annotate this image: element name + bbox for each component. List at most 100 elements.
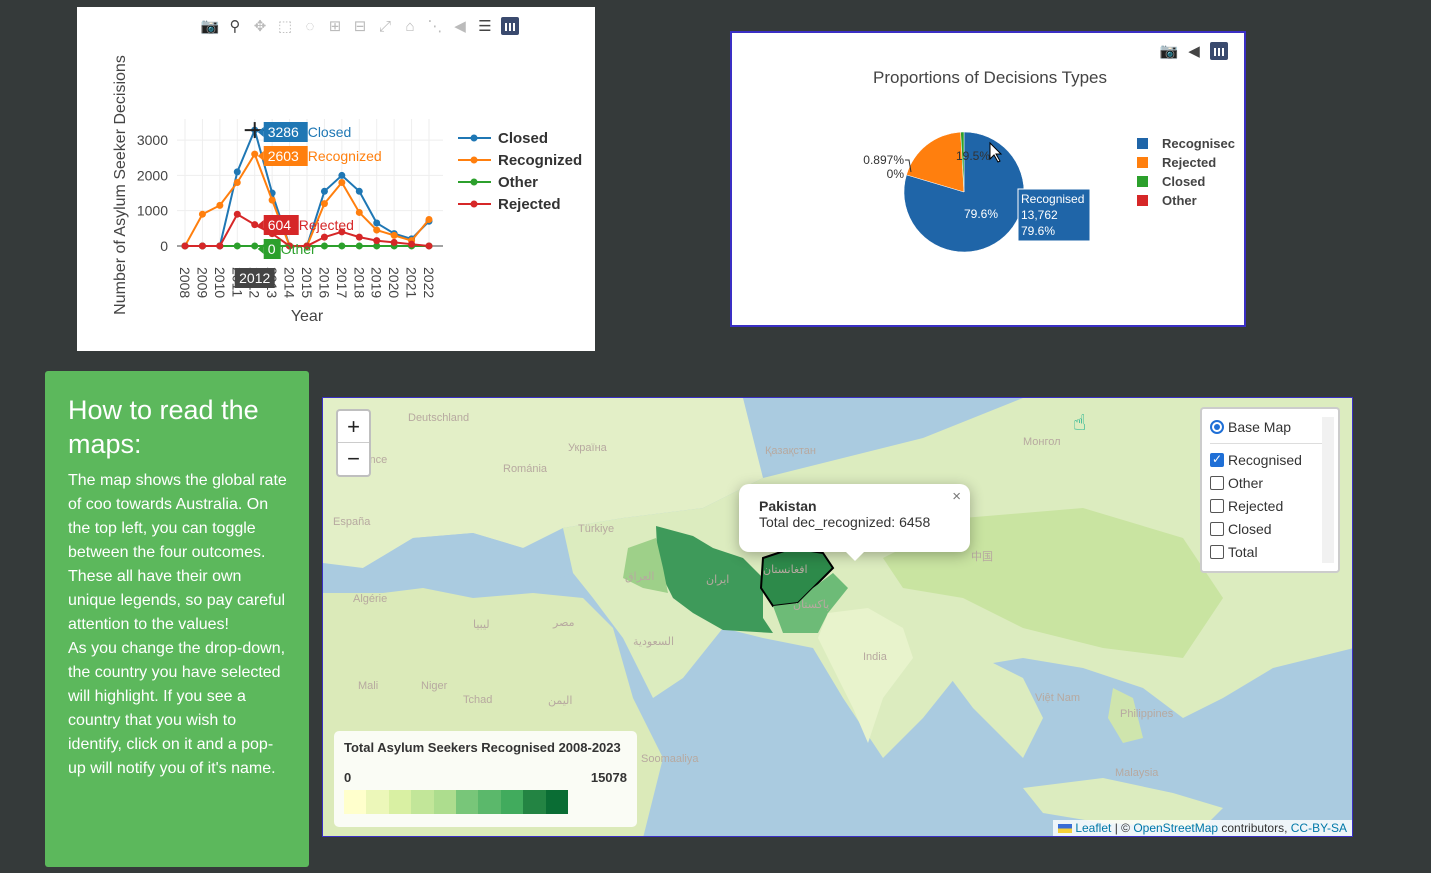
layer-checkbox[interactable] [1210, 498, 1224, 513]
hover-closest-icon[interactable]: ◀ [1185, 42, 1203, 60]
map-place-label: Románia [503, 463, 548, 475]
data-point-closed [320, 187, 328, 195]
data-point-recognized [198, 210, 206, 218]
line-chart[interactable]: 0100020003000200820092010201120122013201… [77, 7, 595, 351]
country-popup: × Pakistan Total dec_recognized: 6458 [739, 484, 970, 561]
layer-checkbox[interactable] [1210, 521, 1224, 536]
hover-label-closed: 3286 Closed [257, 122, 351, 142]
x-tick-label: 2019 [369, 267, 385, 298]
camera-icon[interactable]: 📷 [1160, 42, 1179, 60]
x-tick-label: 2022 [421, 267, 437, 298]
x-tick-label: 2017 [334, 267, 350, 298]
hover-name: Recognized [308, 148, 382, 164]
pan-icon[interactable]: ✥ [251, 17, 269, 35]
pie-chart[interactable]: Proportions of Decisions Types 79.6% 19.5%… [732, 33, 1244, 325]
map-place-label: Tchad [463, 694, 493, 706]
pie-legend-label: Closed [1162, 174, 1205, 189]
map-legend: Total Asylum Seekers Recognised 2008-202… [334, 731, 637, 827]
map-place-label: Việt Nam [1035, 692, 1081, 704]
map-place-label: Deutschland [408, 412, 470, 424]
info-title: How to read the maps: [68, 395, 259, 459]
pie-chart-panel: 📷 ◀ Proportions of Decisions Types 79.6% 1… [730, 31, 1246, 327]
info-body-1: The map shows the global rate of coo tow… [68, 472, 287, 633]
osm-link[interactable]: OpenStreetMap [1133, 821, 1218, 835]
zoom-out-button[interactable]: − [338, 443, 369, 475]
data-point-rejected [198, 242, 206, 250]
data-point-rejected [425, 242, 433, 250]
data-point-rejected [320, 233, 328, 241]
box-select-icon[interactable]: ⬚ [276, 17, 294, 35]
map-place-label: Algérie [353, 593, 388, 605]
license-link[interactable]: CC-BY-SA [1291, 821, 1347, 835]
map-place-label: Україна [568, 442, 607, 454]
camera-icon[interactable]: 📷 [201, 17, 220, 35]
layer-option-recognised[interactable]: Recognised [1210, 448, 1330, 471]
legend-label-rejected: Rejected [498, 196, 561, 213]
attr-contrib: contributors, [1218, 821, 1291, 835]
plotly-logo-icon[interactable] [1210, 42, 1228, 60]
zoom-control: + − [336, 409, 371, 477]
layer-checkbox[interactable] [1210, 452, 1224, 467]
legend-label-closed: Closed [498, 130, 548, 147]
spike-icon[interactable]: ⋱ [426, 17, 444, 35]
data-point-recognized [268, 196, 276, 204]
x-tick-label: 2018 [351, 267, 367, 298]
legend-swatch [433, 790, 456, 814]
legend-label-recognized: Recognized [498, 152, 582, 169]
zoom-in-icon[interactable]: ⊞ [326, 17, 344, 35]
layer-option-total[interactable]: Total [1210, 540, 1330, 563]
autoscale-icon[interactable]: ⤢ [376, 17, 394, 35]
legend-swatch [388, 790, 412, 814]
legend-marker [470, 156, 478, 164]
legend-marker [470, 178, 478, 186]
hover-label-recognized: 2603 Recognized [257, 146, 382, 166]
popup-title: Pakistan [759, 498, 817, 514]
zoom-icon[interactable]: ⚲ [226, 17, 244, 35]
layer-label: Total [1228, 543, 1258, 560]
leaflet-link[interactable]: Leaflet [1075, 821, 1111, 835]
legend-marker [470, 134, 478, 142]
base-map-option[interactable]: Base Map [1210, 415, 1330, 438]
map-place-label: Қазақстан [765, 445, 816, 457]
pie-hover-label: Recognised [1021, 192, 1084, 206]
map-place-label: Монгол [1023, 436, 1061, 448]
slice-label-recognised: 79.6% [964, 207, 998, 221]
map-place-label: Türkiye [578, 523, 615, 535]
map-place-label: Mali [358, 680, 379, 692]
pie-legend-label: Rejected [1162, 155, 1216, 170]
base-map-radio[interactable] [1210, 419, 1224, 434]
plotly-logo-icon[interactable] [501, 17, 519, 35]
layer-label: Recognised [1228, 451, 1302, 468]
zoom-in-button[interactable]: + [338, 411, 369, 443]
legend-min: 0 [344, 770, 352, 785]
x-hover-label: 2012 [239, 270, 270, 286]
layer-checkbox[interactable] [1210, 475, 1224, 490]
home-icon[interactable]: ⌂ [401, 17, 419, 35]
layer-checkbox[interactable] [1210, 544, 1224, 559]
map-panel[interactable]: DeutschlandFranceEspañaУкраїнаRomániaTür… [322, 397, 1353, 837]
zoom-out-icon[interactable]: ⊟ [351, 17, 369, 35]
y-axis-title: Number of Asylum Seeker Decisions [112, 55, 129, 315]
map-place-label: ایران [706, 574, 730, 586]
layer-option-closed[interactable]: Closed [1210, 517, 1330, 540]
lasso-icon[interactable]: ◌ [301, 17, 319, 35]
x-tick-label: 2016 [316, 267, 332, 298]
slice-label-rejected: 19.5% [956, 149, 990, 163]
data-point-closed [233, 168, 241, 176]
legend-marker [470, 200, 478, 208]
hover-compare-icon[interactable]: ☰ [476, 17, 494, 35]
legend-swatch [455, 790, 479, 814]
data-point-other [251, 242, 259, 250]
popup-close-icon[interactable]: × [952, 488, 961, 505]
legend-swatch [500, 790, 524, 814]
attr-sep: | © [1111, 821, 1134, 835]
data-point-recognized [320, 200, 328, 208]
pie-legend-label: Recognisec [1162, 136, 1235, 151]
layer-option-rejected[interactable]: Rejected [1210, 494, 1330, 517]
hover-closest-icon[interactable]: ◀ [451, 17, 469, 35]
layer-option-other[interactable]: Other [1210, 471, 1330, 494]
map-place-label: Philippines [1120, 708, 1174, 720]
map-place-label: اليمن [548, 695, 573, 707]
layer-scrollbar[interactable] [1322, 417, 1334, 563]
pie-hover-count: 13,762 [1021, 208, 1058, 222]
